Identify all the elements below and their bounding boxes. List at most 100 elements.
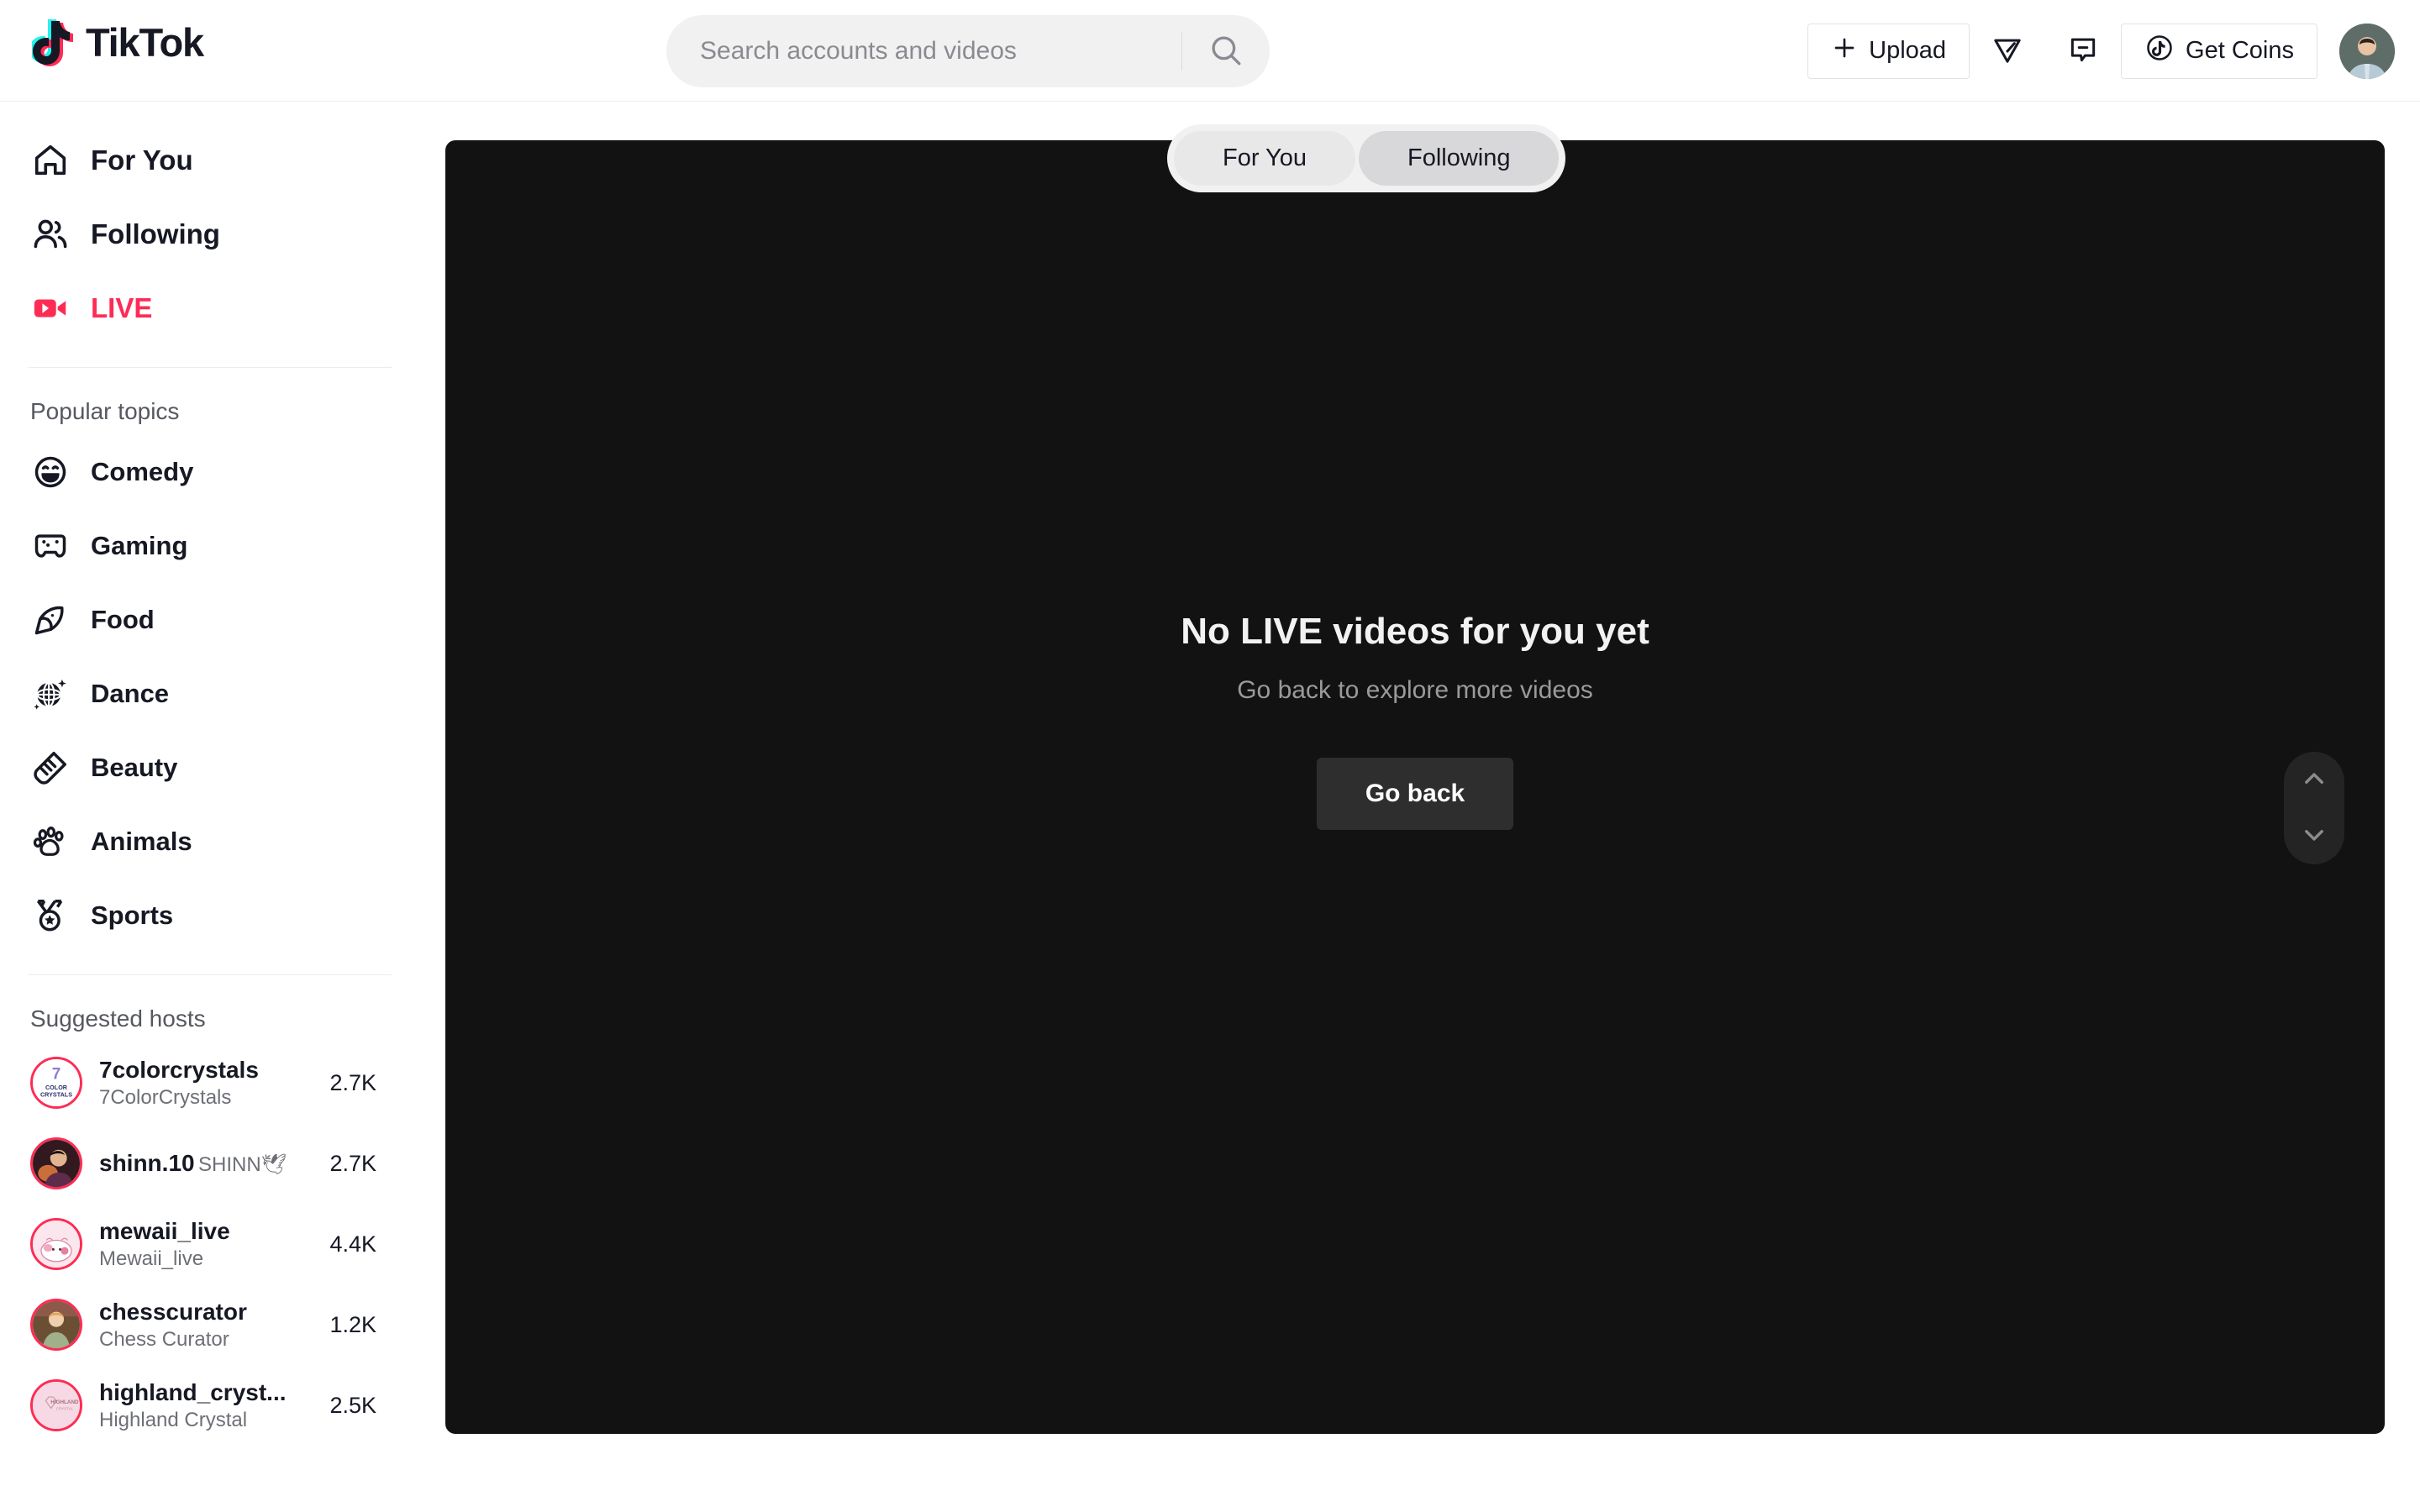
viewer-count: 2.5K	[329, 1392, 376, 1418]
message-bubble-icon	[2067, 34, 2099, 68]
sidebar-item-beauty[interactable]: Beauty	[0, 731, 420, 805]
host-name: 7colorcrystals	[99, 1056, 259, 1083]
host-meta: highland_cryst... Highland Crystal	[99, 1378, 324, 1433]
tiktok-wordmark: TikTok	[86, 20, 204, 65]
chevron-up-icon	[2300, 764, 2328, 795]
host-name: highland_cryst...	[99, 1378, 287, 1405]
tab-for-you[interactable]: For You	[1174, 131, 1355, 186]
upload-button[interactable]: Upload	[1807, 23, 1970, 79]
header-actions: Upload Get Coins	[1807, 0, 2395, 102]
viewer-count: 2.7K	[329, 1150, 376, 1176]
top-header: TikTok Upload	[0, 0, 2420, 102]
tiktok-note-icon	[29, 18, 77, 67]
search-button[interactable]	[1182, 15, 1270, 87]
sidebar-label: For You	[91, 144, 193, 176]
host-name: chesscurator	[99, 1298, 247, 1325]
brush-icon	[30, 748, 71, 788]
avatar: 7 COLOR CRYSTALS	[30, 1057, 82, 1109]
list-item[interactable]: shinn.10 SHINN🕊 2.7K	[0, 1123, 420, 1204]
send-message-button[interactable]	[1975, 24, 2039, 79]
empty-state-title: No LIVE videos for you yet	[1181, 611, 1649, 652]
sidebar-item-gaming[interactable]: Gaming	[0, 509, 420, 583]
avatar	[30, 1299, 82, 1351]
next-video-button[interactable]	[2284, 811, 2344, 863]
smiley-icon	[30, 452, 71, 492]
host-display-name: 7ColorCrystals	[99, 1085, 232, 1109]
sidebar-label: LIVE	[91, 292, 153, 323]
live-video-icon	[30, 288, 71, 328]
topic-label: Gaming	[91, 531, 188, 560]
sidebar-divider-1	[29, 367, 392, 368]
topic-label: Comedy	[91, 457, 194, 486]
sidebar-item-for-you[interactable]: For You	[0, 123, 420, 197]
host-display-name: Chess Curator	[99, 1327, 229, 1351]
list-item[interactable]: 7 COLOR CRYSTALS 7colorcrystals 7ColorCr…	[0, 1042, 420, 1123]
left-sidebar: For You Following LIVE Popular topics Co…	[0, 102, 420, 1512]
video-nav-controls	[2284, 752, 2344, 864]
medal-icon	[30, 895, 71, 936]
people-icon	[30, 214, 71, 255]
tab-following[interactable]: Following	[1358, 131, 1560, 186]
tiktok-coin-icon	[2144, 33, 2175, 70]
search-input[interactable]	[666, 37, 1181, 66]
sidebar-item-live[interactable]: LIVE	[0, 271, 420, 345]
viewer-count: 4.4K	[329, 1231, 376, 1257]
sidebar-item-food[interactable]: Food	[0, 583, 420, 657]
chevron-down-icon	[2300, 821, 2328, 852]
feed-tabs: For You Following	[1167, 124, 1566, 192]
topic-label: Sports	[91, 900, 174, 930]
list-item[interactable]: chesscurator Chess Curator 1.2K	[0, 1284, 420, 1365]
pizza-icon	[30, 600, 71, 640]
topic-label: Dance	[91, 679, 170, 708]
empty-state-subtitle: Go back to explore more videos	[1237, 676, 1593, 704]
host-name: shinn.10	[99, 1150, 195, 1177]
list-item[interactable]: HIGHLAND CRYSTAL highland_cryst... Highl…	[0, 1365, 420, 1446]
previous-video-button[interactable]	[2284, 754, 2344, 806]
svg-text:HIGHLAND: HIGHLAND	[50, 1399, 79, 1405]
sidebar-item-following[interactable]: Following	[0, 197, 420, 271]
sidebar-label: Following	[91, 218, 220, 249]
get-coins-button[interactable]: Get Coins	[2121, 23, 2317, 79]
svg-text:CRYSTAL: CRYSTAL	[56, 1406, 74, 1410]
sidebar-divider-2	[29, 974, 392, 975]
paper-plane-icon	[1991, 33, 2024, 69]
plus-icon	[1831, 34, 1858, 68]
host-meta: shinn.10 SHINN🕊	[99, 1148, 324, 1178]
avatar: HIGHLAND CRYSTAL	[30, 1379, 82, 1431]
sidebar-item-sports[interactable]: Sports	[0, 879, 420, 953]
live-video-panel: No LIVE videos for you yet Go back to ex…	[445, 140, 2385, 1434]
host-meta: 7colorcrystals 7ColorCrystals	[99, 1055, 324, 1110]
host-name: mewaii_live	[99, 1217, 230, 1244]
svg-text:CRYSTALS: CRYSTALS	[40, 1090, 72, 1098]
tiktok-logo[interactable]: TikTok	[29, 18, 204, 67]
viewer-count: 1.2K	[329, 1311, 376, 1337]
search-icon	[1208, 33, 1244, 71]
avatar	[30, 1218, 82, 1270]
topic-label: Beauty	[91, 753, 178, 782]
inbox-button[interactable]	[2051, 24, 2115, 79]
topic-label: Food	[91, 605, 155, 634]
host-meta: chesscurator Chess Curator	[99, 1297, 324, 1352]
user-avatar[interactable]	[2339, 23, 2395, 79]
host-display-name: Highland Crystal	[99, 1408, 248, 1431]
disco-ball-icon	[30, 674, 71, 714]
sidebar-item-dance[interactable]: Dance	[0, 657, 420, 731]
go-back-button[interactable]: Go back	[1316, 758, 1514, 830]
svg-text:7: 7	[52, 1065, 61, 1083]
get-coins-label: Get Coins	[2186, 37, 2294, 64]
gamepad-icon	[30, 526, 71, 566]
topic-label: Animals	[91, 827, 192, 856]
paw-icon	[30, 822, 71, 862]
search-bar[interactable]	[666, 15, 1270, 87]
empty-state: No LIVE videos for you yet Go back to ex…	[445, 611, 2385, 830]
home-icon	[30, 140, 71, 181]
sidebar-item-animals[interactable]: Animals	[0, 805, 420, 879]
sidebar-item-comedy[interactable]: Comedy	[0, 435, 420, 509]
avatar	[30, 1137, 82, 1189]
viewer-count: 2.7K	[329, 1069, 376, 1095]
popular-topics-title: Popular topics	[30, 398, 180, 424]
list-item[interactable]: mewaii_live Mewaii_live 4.4K	[0, 1204, 420, 1284]
host-meta: mewaii_live Mewaii_live	[99, 1216, 324, 1272]
host-display-name: SHINN🕊	[198, 1153, 287, 1177]
suggested-hosts-title: Suggested hosts	[30, 1005, 206, 1032]
